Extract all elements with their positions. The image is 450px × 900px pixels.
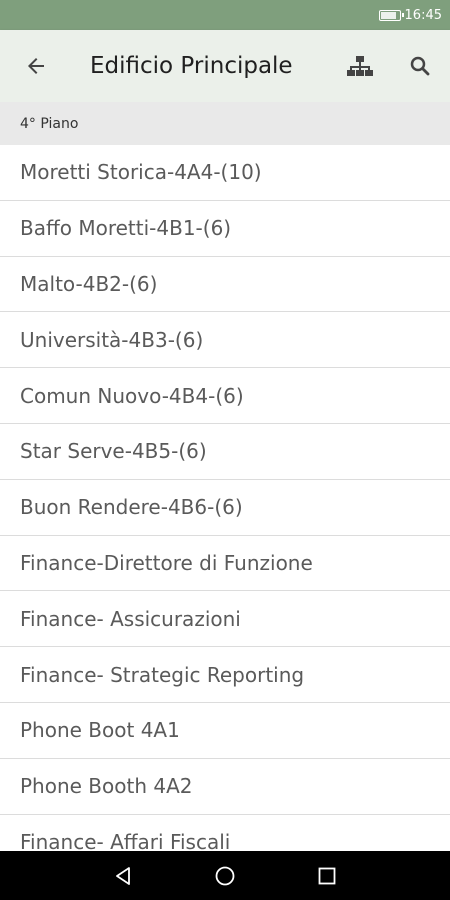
list-item[interactable]: Baffo Moretti-4B1-(6) bbox=[0, 201, 450, 257]
list-item[interactable]: Finance- Affari Fiscali bbox=[0, 815, 450, 851]
list-item[interactable]: Finance-Direttore di Funzione bbox=[0, 536, 450, 592]
square-recents-icon bbox=[318, 867, 336, 884]
search-button[interactable] bbox=[400, 46, 440, 86]
arrow-back-icon bbox=[28, 58, 44, 74]
sitemap-icon bbox=[347, 56, 373, 76]
list-item[interactable]: Malto-4B2-(6) bbox=[0, 257, 450, 313]
list-item[interactable]: Università-4B3-(6) bbox=[0, 312, 450, 369]
list-item[interactable]: Moretti Storica-4A4-(10) bbox=[0, 145, 450, 201]
search-icon bbox=[410, 56, 430, 76]
page-title: Edificio Principale bbox=[90, 53, 293, 79]
list-item[interactable]: Finance- Assicurazioni bbox=[0, 591, 450, 648]
list-item[interactable]: Buon Rendere-4B6-(6) bbox=[0, 480, 450, 536]
section-header: 4° Piano bbox=[0, 102, 450, 145]
nav-home-button[interactable] bbox=[213, 864, 237, 888]
navigation-bar bbox=[0, 851, 450, 900]
list-item[interactable]: Phone Booth 4A2 bbox=[0, 759, 450, 815]
nav-back-button[interactable] bbox=[111, 864, 135, 888]
back-button[interactable] bbox=[16, 46, 56, 86]
list-item[interactable]: Star Serve-4B5-(6) bbox=[0, 424, 450, 480]
status-bar: 16:45 bbox=[0, 0, 450, 30]
room-list[interactable]: Moretti Storica-4A4-(10) Baffo Moretti-4… bbox=[0, 145, 450, 851]
nav-recents-button[interactable] bbox=[315, 864, 339, 888]
status-time: 16:45 bbox=[404, 7, 442, 23]
triangle-back-icon bbox=[116, 866, 130, 885]
circle-home-icon bbox=[215, 866, 235, 885]
battery-icon bbox=[378, 9, 404, 21]
sitemap-button[interactable] bbox=[340, 46, 380, 86]
app-bar: Edificio Principale bbox=[0, 30, 450, 102]
list-item[interactable]: Comun Nuovo-4B4-(6) bbox=[0, 368, 450, 424]
list-item[interactable]: Phone Boot 4A1 bbox=[0, 703, 450, 759]
list-item[interactable]: Finance- Strategic Reporting bbox=[0, 647, 450, 703]
